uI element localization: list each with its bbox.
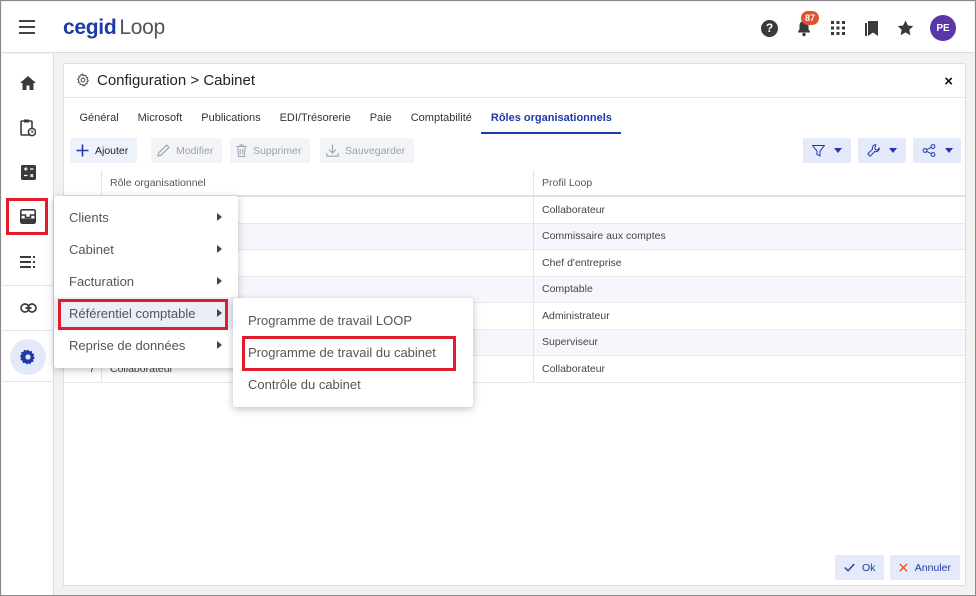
link-icon[interactable] [2,286,54,330]
cell-profile: Collaborateur [533,356,965,382]
card-header: Configuration > Cabinet × [64,64,965,98]
toolbar: Ajouter Modifier Supprimer Sauvegarder [70,138,961,163]
save-button-label: Sauvegarder [345,144,406,157]
ok-button[interactable]: Ok [835,555,885,580]
logo-brand: cegid [63,16,117,39]
plus-icon [76,144,89,157]
menu-item-label: Reprise de données [69,337,186,353]
delete-button-label: Supprimer [253,144,302,157]
cell-profile: Chef d'entreprise [533,250,965,276]
app-logo[interactable]: cegid Loop [63,16,165,40]
user-avatar[interactable]: PE [930,15,956,41]
add-button[interactable]: Ajouter [70,138,138,163]
column-header-profile[interactable]: Profil Loop [533,170,965,195]
clipboard-clock-icon[interactable] [2,106,54,150]
menu-item-label: Clients [69,209,109,225]
menu-item-label: Référentiel comptable [69,305,196,321]
help-icon[interactable]: ? [760,19,779,38]
tab-general[interactable]: Général [70,108,128,134]
pencil-icon [157,144,170,157]
tools-dropdown-button[interactable] [858,138,906,163]
edit-button-label: Modifier [176,144,214,157]
cell-profile: Commissaire aux comptes [533,223,965,249]
tab-comptabilite[interactable]: Comptabilité [401,108,481,134]
menu-item-cabinet[interactable]: Cabinet [54,233,238,265]
cell-profile: Collaborateur [533,197,965,223]
filter-dropdown-button[interactable] [803,138,851,163]
submenu: Programme de travail LOOP Programme de t… [233,298,473,407]
submenu-item-label: Programme de travail LOOP [248,312,413,328]
wrench-icon [867,144,880,157]
notification-count-badge: 87 [801,10,820,25]
edit-button[interactable]: Modifier [151,138,223,163]
bell-icon[interactable]: 87 [794,10,820,38]
gear-icon [76,72,90,92]
hamburger-menu-icon[interactable] [19,20,35,34]
trash-icon [236,144,247,157]
submenu-item-programme-cabinet[interactable]: Programme de travail du cabinet [233,336,473,368]
chevron-down-icon [944,148,953,153]
cell-profile: Comptable [533,276,965,302]
check-icon [844,563,855,572]
apps-grid-icon[interactable] [828,19,847,38]
cancel-button-label: Annuler [914,561,951,574]
chevron-right-icon [217,309,222,317]
tab-edi-tresorerie[interactable]: EDI/Trésorerie [270,108,360,134]
table-header-row: Rôle organisationnel Profil Loop [64,170,965,197]
top-bar: cegid Loop ? 87 PE [2,2,974,53]
top-icons: ? 87 PE [760,10,956,41]
list-settings-icon[interactable] [2,240,54,284]
context-menu: Clients Cabinet Facturation Référentiel … [54,196,238,368]
submenu-item-controle-cabinet[interactable]: Contrôle du cabinet [233,368,473,400]
cancel-button[interactable]: Annuler [890,555,960,580]
calculator-icon[interactable] [2,150,54,194]
share-icon [922,144,935,157]
chevron-right-icon [217,341,222,349]
menu-item-facturation[interactable]: Facturation [54,265,238,297]
star-icon[interactable] [896,19,915,38]
tab-bar: Général Microsoft Publications EDI/Tréso… [70,108,622,134]
bookmark-icon[interactable] [862,19,881,38]
download-icon [326,144,339,157]
submenu-item-label: Contrôle du cabinet [248,376,361,392]
chevron-right-icon [217,245,222,253]
rail-separator [2,381,54,382]
submenu-item-programme-loop[interactable]: Programme de travail LOOP [233,304,473,336]
tab-paie[interactable]: Paie [360,108,401,134]
chevron-down-icon [834,148,842,153]
tab-publications[interactable]: Publications [192,108,270,134]
settings-nav-item[interactable] [2,335,54,379]
app-frame: cegid Loop ? 87 PE Configuration > Cabin… [0,0,976,596]
close-x-icon [899,563,908,572]
menu-item-referentiel-comptable[interactable]: Référentiel comptable [54,297,238,329]
menu-item-clients[interactable]: Clients [54,201,238,233]
column-header-role[interactable]: Rôle organisationnel [101,170,533,195]
share-dropdown-button[interactable] [913,138,961,163]
close-icon[interactable]: × [944,73,953,90]
menu-item-label: Facturation [69,273,135,289]
logo-product: Loop [119,16,165,39]
delete-button[interactable]: Supprimer [230,138,311,163]
page-title: Configuration > Cabinet [97,72,256,89]
filter-icon [812,144,825,157]
left-rail [2,54,54,595]
home-icon[interactable] [2,61,54,105]
tab-roles-organisationnels[interactable]: Rôles organisationnels [481,108,622,134]
cell-profile: Superviseur [533,329,965,355]
chevron-right-icon [217,277,222,285]
menu-item-reprise-de-donnees[interactable]: Reprise de données [54,329,238,361]
save-button[interactable]: Sauvegarder [320,138,415,163]
chevron-right-icon [217,213,222,221]
chevron-down-icon [889,148,897,153]
inbox-tray-icon[interactable] [2,194,54,238]
submenu-item-label: Programme de travail du cabinet [248,344,436,360]
ok-button-label: Ok [862,561,876,574]
add-button-label: Ajouter [95,144,129,157]
menu-item-label: Cabinet [69,241,114,257]
tab-microsoft[interactable]: Microsoft [128,108,192,134]
cell-profile: Administrateur [533,303,965,329]
rail-separator [2,330,54,331]
settings-gear-icon[interactable] [10,339,46,375]
